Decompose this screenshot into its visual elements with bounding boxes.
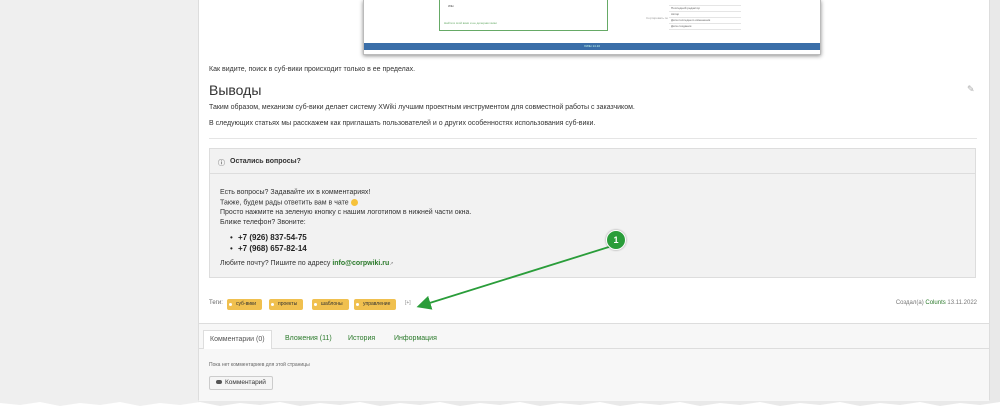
intro-paragraph: Как видите, поиск в суб-вики происходит …	[209, 66, 416, 73]
created-date: 13.11.2022	[947, 300, 977, 306]
questions-line-3: Просто нажмите на зеленую кнопку с нашим…	[220, 209, 472, 216]
tag-sub-wiki[interactable]: суб-вики	[227, 299, 263, 310]
author-link[interactable]: Colunts	[925, 300, 945, 306]
section-heading: Выводы	[209, 82, 262, 98]
email-line: Любите почту? Пишите по адресу info@corp…	[220, 260, 394, 267]
smiley-icon	[350, 199, 358, 206]
tab-attachments[interactable]: Вложения (11)	[279, 330, 338, 348]
add-comment-label: Комментарий	[225, 379, 266, 386]
tag-templates[interactable]: шаблоны	[312, 299, 349, 310]
left-sidebar	[0, 0, 198, 409]
email-prefix: Любите почту? Пишите по адресу	[220, 260, 331, 267]
tab-information[interactable]: Информация	[388, 330, 443, 348]
embedded-footer-text: XWiki 14.10	[584, 44, 601, 48]
torn-edge	[0, 402, 1000, 409]
embedded-wiki-label: Wiki	[448, 4, 454, 8]
annotation-badge: 1	[606, 230, 626, 250]
bullet: •	[230, 244, 233, 253]
comment-icon	[216, 380, 222, 385]
created-info: Создал(а) Colunts 13.11.2022	[896, 300, 977, 306]
questions-line-4: Ближе телефон? Звоните:	[220, 219, 306, 226]
phone-number-2[interactable]: +7 (968) 657-82-14	[238, 244, 307, 253]
embedded-footer-bar: XWiki 14.10	[364, 43, 820, 50]
tag-projects[interactable]: проекты	[269, 299, 304, 310]
add-tag-button[interactable]: [+]	[405, 300, 411, 306]
questions-box-title: Остались вопросы?	[230, 158, 301, 165]
tabs-divider	[199, 348, 989, 349]
info-icon: ⓘ	[218, 160, 225, 167]
conclusion-paragraph-1: Таким образом, механизм суб-вики делает …	[209, 104, 635, 111]
created-prefix: Создал(а)	[895, 300, 924, 306]
email-link[interactable]: info@corpwiki.ru	[332, 260, 389, 267]
external-link-icon: ↗	[389, 261, 394, 267]
questions-line-2: Также, будем рады ответить вам в чате	[220, 199, 358, 206]
embedded-screenshot: Wiki Найти в этой вики и ее дочерних вик…	[363, 0, 821, 55]
embedded-sort-item: Дата создания	[669, 24, 741, 30]
tab-comments[interactable]: Комментарии (0)	[203, 330, 272, 349]
embedded-sort-label: Сортировать по	[646, 16, 669, 20]
questions-box: ⓘ Остались вопросы? Есть вопросы? Задава…	[209, 148, 976, 278]
bullet: •	[230, 233, 233, 242]
tag-management[interactable]: управление	[354, 299, 397, 310]
questions-line-1: Есть вопросы? Задавайте их в комментария…	[220, 189, 371, 196]
questions-box-header: ⓘ Остались вопросы?	[210, 149, 975, 174]
embedded-check-label: Найти в этой вики и ее дочерних вики	[444, 21, 497, 25]
pencil-edit-icon[interactable]: ✎	[967, 84, 975, 95]
add-comment-button[interactable]: Комментарий	[209, 376, 273, 390]
embedded-search-panel: Wiki Найти в этой вики и ее дочерних вик…	[439, 0, 608, 31]
divider	[209, 138, 977, 139]
embedded-sort-list: Последний редактор Автор Дата последнего…	[669, 0, 741, 30]
page-content: Wiki Найти в этой вики и ее дочерних вик…	[198, 0, 990, 401]
conclusion-paragraph-2: В следующих статьях мы расскажем как при…	[209, 120, 596, 127]
questions-line-2-text: Также, будем рады ответить вам в чате	[220, 199, 349, 207]
tags-label: Теги:	[209, 300, 223, 306]
phone-number-1[interactable]: +7 (926) 837-54-75	[238, 233, 307, 242]
no-comments-text: Пока нет комментариев для этой страницы	[209, 362, 310, 368]
tab-history[interactable]: История	[342, 330, 381, 348]
